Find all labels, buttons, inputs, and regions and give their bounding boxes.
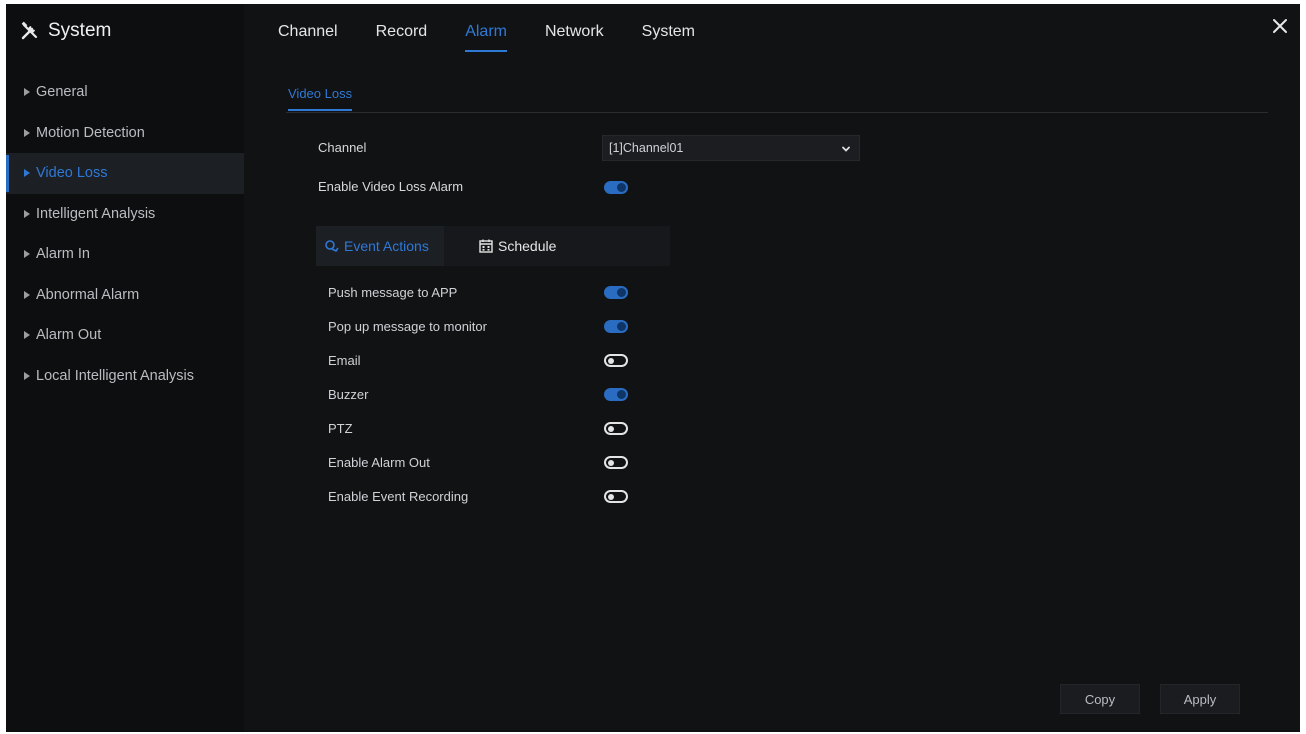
ptz-label: PTZ xyxy=(328,421,353,436)
sidebar-item-label: Local Intelligent Analysis xyxy=(36,367,194,384)
enable-event-recording-toggle[interactable] xyxy=(604,490,628,503)
chevron-down-icon xyxy=(842,146,850,152)
caret-right-icon xyxy=(24,169,30,178)
copy-button[interactable]: Copy xyxy=(1060,684,1140,714)
sidebar-item-alarm-out[interactable]: Alarm Out xyxy=(6,315,244,356)
push-message-app-toggle[interactable] xyxy=(604,286,628,299)
sidebar-item-label: General xyxy=(36,84,88,101)
tab-system[interactable]: System xyxy=(642,18,695,46)
tab-network[interactable]: Network xyxy=(545,18,604,46)
sidebar-item-label: Video Loss xyxy=(36,165,108,182)
subtab-bar: Video Loss xyxy=(286,84,1268,113)
email-label: Email xyxy=(328,353,361,368)
enable-event-recording-label: Enable Event Recording xyxy=(328,489,469,504)
sidebar-item-intelligent-analysis[interactable]: Intelligent Analysis xyxy=(6,194,244,235)
popup-message-monitor-label: Pop up message to monitor xyxy=(328,319,487,334)
top-nav: Channel Record Alarm Network System xyxy=(278,18,695,54)
subtab-video-loss[interactable]: Video Loss xyxy=(288,86,353,111)
sidebar-item-video-loss[interactable]: Video Loss xyxy=(6,153,244,194)
tab-alarm[interactable]: Alarm xyxy=(465,18,507,52)
app-title: System xyxy=(48,20,112,41)
buzzer-label: Buzzer xyxy=(328,387,369,402)
sidebar-menu: General Motion Detection Video Loss Inte… xyxy=(6,72,244,396)
caret-right-icon xyxy=(24,371,30,380)
sidebar: System General Motion Detection Video Lo… xyxy=(6,4,244,732)
apply-button[interactable]: Apply xyxy=(1160,684,1240,714)
sidebar-item-label: Abnormal Alarm xyxy=(36,286,140,303)
caret-right-icon xyxy=(24,128,30,137)
sidebar-item-label: Alarm In xyxy=(36,246,90,263)
event-actions-label: Event Actions xyxy=(344,238,429,254)
enable-video-loss-toggle[interactable] xyxy=(604,181,628,194)
email-toggle[interactable] xyxy=(604,354,628,367)
sidebar-item-alarm-in[interactable]: Alarm In xyxy=(6,234,244,275)
channel-label: Channel xyxy=(318,140,367,155)
caret-right-icon xyxy=(24,290,30,299)
tab-event-actions[interactable]: Event Actions xyxy=(316,226,444,266)
sidebar-item-label: Motion Detection xyxy=(36,124,145,141)
sidebar-item-general[interactable]: General xyxy=(6,72,244,113)
channel-select[interactable]: [1]Channel01 xyxy=(602,135,860,161)
caret-right-icon xyxy=(24,88,30,97)
tools-icon xyxy=(21,21,38,40)
close-icon[interactable] xyxy=(1270,16,1290,36)
ptz-toggle[interactable] xyxy=(604,422,628,435)
popup-message-monitor-toggle[interactable] xyxy=(604,320,628,333)
sidebar-item-local-intelligent-analysis[interactable]: Local Intelligent Analysis xyxy=(6,356,244,397)
caret-right-icon xyxy=(24,250,30,259)
tab-record[interactable]: Record xyxy=(376,18,428,46)
enable-video-loss-label: Enable Video Loss Alarm xyxy=(318,179,464,194)
sidebar-item-abnormal-alarm[interactable]: Abnormal Alarm xyxy=(6,275,244,316)
caret-right-icon xyxy=(24,209,30,218)
schedule-label: Schedule xyxy=(498,238,557,254)
app-window: System General Motion Detection Video Lo… xyxy=(6,4,1300,732)
tab-schedule[interactable]: Schedule xyxy=(478,226,556,266)
action-tabs: Event Actions Schedule xyxy=(316,226,670,266)
sidebar-item-motion-detection[interactable]: Motion Detection xyxy=(6,113,244,154)
push-message-app-label: Push message to APP xyxy=(328,285,458,300)
buzzer-toggle[interactable] xyxy=(604,388,628,401)
enable-alarm-out-toggle[interactable] xyxy=(604,456,628,469)
tab-channel[interactable]: Channel xyxy=(278,18,338,46)
channel-select-value: [1]Channel01 xyxy=(609,141,684,155)
caret-right-icon xyxy=(24,331,30,340)
enable-alarm-out-label: Enable Alarm Out xyxy=(328,455,430,470)
calendar-icon xyxy=(479,239,493,253)
event-actions-icon xyxy=(325,240,339,253)
brand: System xyxy=(20,16,111,46)
sidebar-item-label: Intelligent Analysis xyxy=(36,205,156,222)
sidebar-item-label: Alarm Out xyxy=(36,327,102,344)
